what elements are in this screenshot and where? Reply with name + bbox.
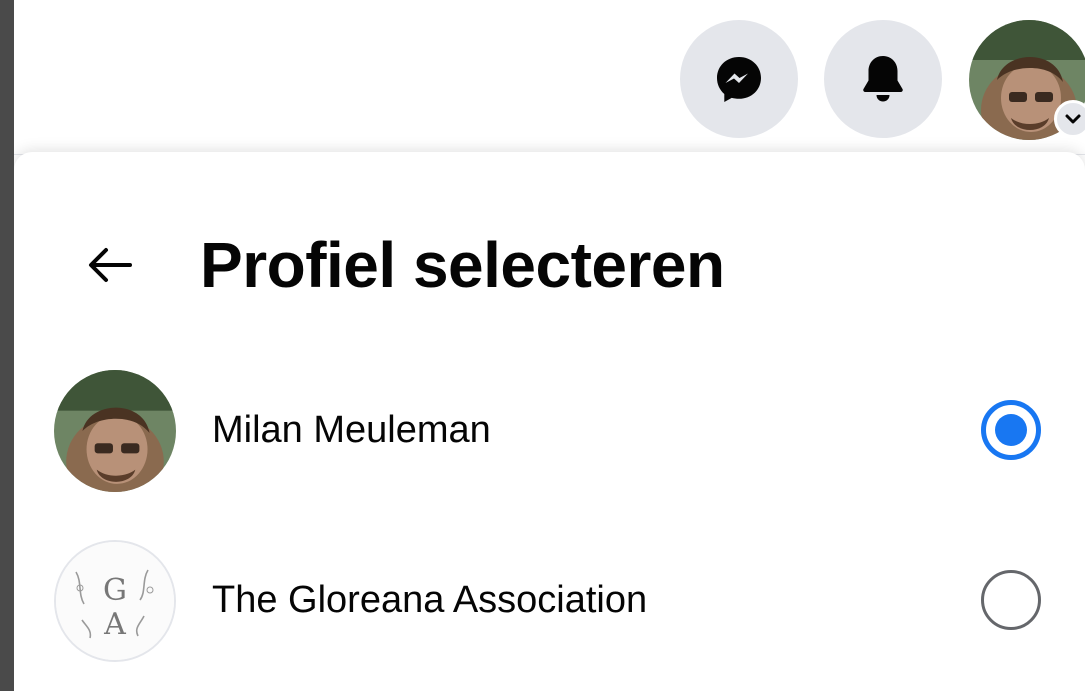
chevron-down-icon (1065, 114, 1081, 124)
radio-dot (995, 414, 1027, 446)
svg-text:G: G (103, 573, 127, 608)
profile-name: Milan Meuleman (212, 409, 491, 451)
bell-icon (863, 56, 903, 102)
profile-option[interactable]: G A The Gloreana Association (14, 525, 1085, 675)
messenger-icon (717, 57, 761, 102)
svg-text:A: A (103, 607, 126, 642)
profile-name: The Gloreana Association (212, 579, 648, 621)
radio-unselected[interactable] (981, 570, 1041, 630)
profile-switcher-panel: Profiel selecteren Milan Meuleman G A Th… (14, 152, 1085, 691)
panel-header: Profiel selecteren (14, 207, 1085, 317)
back-button[interactable] (74, 229, 146, 301)
profile-option[interactable]: Milan Meuleman (14, 355, 1085, 505)
arrow-left-icon (89, 248, 132, 282)
avatar-photo (54, 370, 176, 492)
notifications-button[interactable] (824, 20, 942, 138)
top-navigation-bar (14, 0, 1085, 155)
app-window: Profiel selecteren Milan Meuleman G A Th… (14, 0, 1085, 691)
gloreana-logo-icon: G A (56, 542, 174, 660)
avatar (54, 370, 176, 492)
radio-selected[interactable] (981, 400, 1041, 460)
account-menu-chevron[interactable] (1054, 100, 1085, 138)
panel-title: Profiel selecteren (200, 229, 725, 301)
page-logo: G A (54, 540, 176, 662)
messenger-button[interactable] (680, 20, 798, 138)
